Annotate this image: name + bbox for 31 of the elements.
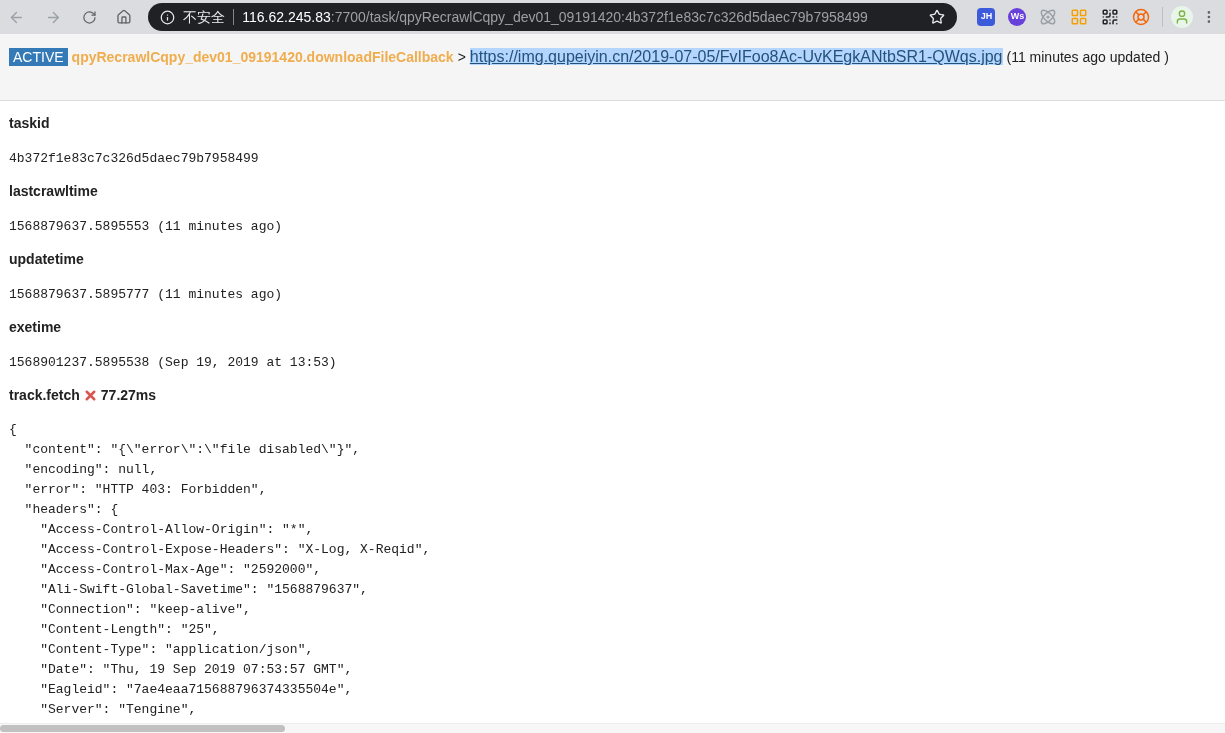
qr-code-icon[interactable] — [1101, 8, 1120, 26]
profile-avatar[interactable] — [1171, 6, 1194, 28]
field-value: 1568879637.5895553 (11 minutes ago) — [9, 218, 283, 236]
separator: > — [457, 49, 466, 65]
field-label: lastcrawltime — [9, 182, 98, 201]
task-name: qpyRecrawlCqpy_dev01_09191420.downloadFileCallback — [71, 49, 454, 65]
reload-icon[interactable] — [81, 9, 97, 25]
extension-icon[interactable]: Ws — [1008, 8, 1027, 26]
field-value: 1568879637.5895777 (11 minutes ago) — [9, 286, 283, 304]
home-icon[interactable] — [116, 9, 133, 25]
lifebuoy-icon[interactable] — [1132, 8, 1151, 26]
horizontal-scrollbar[interactable] — [0, 723, 1225, 733]
field-label: exetime — [9, 318, 62, 337]
extension-icon[interactable]: JH — [977, 8, 996, 26]
updated-text: (11 minutes ago updated ) — [1006, 49, 1169, 65]
track-label: track.fetch — [9, 386, 80, 405]
grid-icon[interactable] — [1070, 8, 1089, 26]
track-time: 77.27ms — [100, 386, 157, 405]
address-bar[interactable]: 不安全 116.62.245.83:7700/task/qpyRecrawlCqpy_dev01_09191420:4b372f1e83c7c326d5daec79b7958499 — [148, 3, 958, 31]
url-text: 116.62.245.83:7700/task/qpyRecrawlCqpy_dev01_09191420:4b372f1e83c7c326d5daec79b7958499 — [242, 7, 868, 27]
field-label: updatetime — [9, 250, 84, 269]
task-url-link[interactable]: https://img.qupeiyin.cn/2019-07-05/FvIFoo8Ac-UvKEgkANtbSR1-QWqs.jpg — [469, 48, 1003, 65]
security-label: 不安全 — [183, 7, 226, 27]
field-label: taskid — [9, 114, 50, 133]
field-value: 1568901237.5895538 (Sep 19, 2019 at 13:53) — [9, 354, 337, 372]
field-value: 4b372f1e83c7c326d5daec79b7958499 — [9, 150, 259, 168]
info-icon — [160, 9, 176, 25]
fetch-output: { "content": "{\"error\":\"file disabled\"}", "encoding": null, "error": "HTTP 403: Forbidden", "headers": { "Access-Control-Allow-Origin": "*", "Access-Control-Expose-Headers": "X-Log, X-Reqid", "Access-Control-Max-Age": "2592000", "Ali-Swift-Global-Savetime": "1568879637", "Connection": "keep-alive", "Content-Length": "25", "Content-Type": "application/json", "Date": "Thu, 19 Sep 2019 07:53:57 GMT", "Eagleid": "7ae4eaa715688796374335504e", "Server": "Tengine", — [9, 421, 431, 719]
atom-icon[interactable] — [1039, 8, 1058, 26]
bookmark-star-icon[interactable] — [929, 9, 946, 25]
status-badge: ACTIVE — [9, 48, 68, 66]
